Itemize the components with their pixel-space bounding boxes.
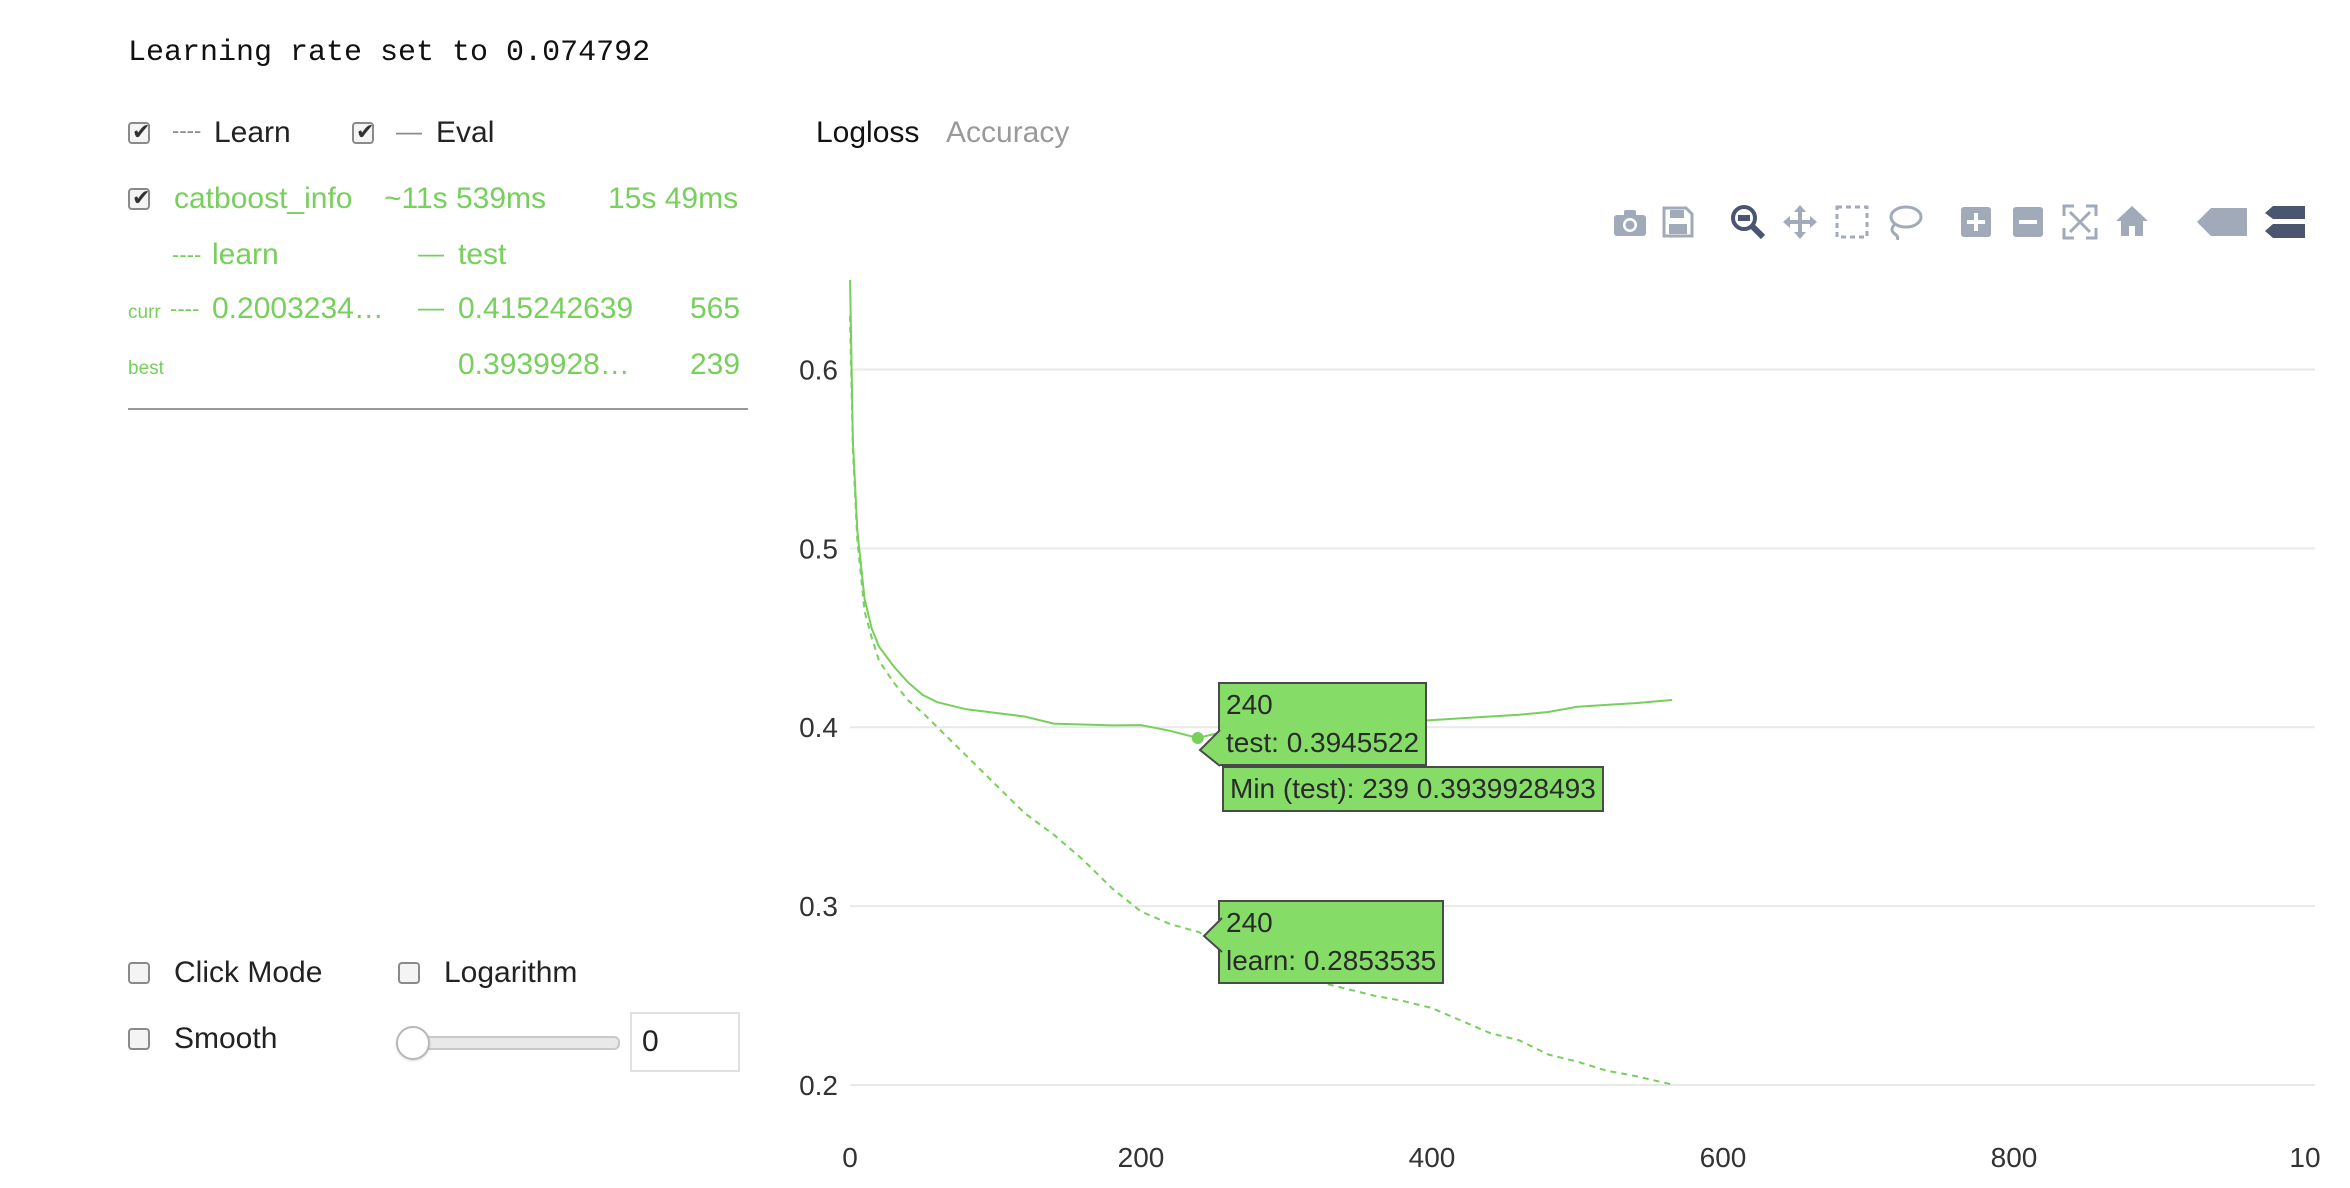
run-eta: ~11s 539ms [384, 182, 547, 215]
eval-checkbox[interactable] [352, 120, 374, 145]
smooth-value-input[interactable]: 0 [630, 1012, 740, 1072]
x-axis-ticks: 0 200 400 600 800 10 [842, 1142, 2320, 1173]
tab-logloss[interactable]: Logloss [816, 116, 919, 150]
autoscale-icon[interactable] [2058, 204, 2102, 248]
smooth-slider-thumb[interactable] [396, 1026, 430, 1060]
click-mode-label: Click Mode [174, 956, 323, 989]
test-tooltip-iteration: 240 [1226, 689, 1273, 720]
camera-icon[interactable] [1608, 204, 1652, 248]
spike-closest-icon[interactable] [2192, 204, 2252, 248]
learn-legend-label: Learn [214, 116, 291, 149]
curr-learn-value: 0.2003234… [212, 292, 384, 325]
tab-accuracy[interactable]: Accuracy [946, 116, 1069, 150]
curr-row-label: curr [128, 302, 161, 323]
best-iteration: 239 [690, 348, 741, 381]
y-tick-label: 0.5 [799, 533, 838, 564]
learning-rate-log: Learning rate set to 0.074792 [128, 36, 651, 70]
curr-test-value: 0.415242639 [458, 292, 634, 325]
zoom-in-icon[interactable] [1954, 204, 1998, 248]
learn-col-dash: ---- [172, 242, 202, 267]
chart-grid [850, 368, 2315, 1086]
save-icon[interactable] [1656, 204, 1700, 248]
curr-test-dash: — [418, 292, 444, 322]
pan-icon[interactable] [1778, 204, 1822, 248]
eval-legend-label: Eval [436, 116, 495, 149]
smooth-slider-track[interactable] [400, 1036, 620, 1050]
x-tick-label: 600 [1700, 1142, 1747, 1173]
test-col-dash: — [418, 238, 444, 268]
best-test-value: 0.3939928… [458, 348, 630, 381]
lasso-icon[interactable] [1882, 204, 1926, 248]
x-tick-label: 0 [842, 1142, 858, 1173]
curr-iteration: 565 [690, 292, 741, 325]
min-test-tooltip: Min (test): 239 0.3939928493 [1222, 766, 1604, 812]
best-row-label: best [128, 358, 164, 379]
run-name: catboost_info [174, 182, 353, 215]
logloss-chart[interactable]: 0.2 0.3 0.4 0.5 0.6 0 200 400 600 800 10 [780, 280, 2340, 1180]
x-tick-label: 200 [1118, 1142, 1165, 1173]
run-checkbox[interactable] [128, 186, 150, 211]
box-select-icon[interactable] [1830, 204, 1874, 248]
run-elapsed: 15s 49ms [608, 182, 739, 215]
logarithm-label: Logarithm [444, 956, 578, 989]
zoom-out-icon[interactable] [2006, 204, 2050, 248]
zoom-icon[interactable] [1726, 204, 1770, 248]
x-tick-label: 800 [1991, 1142, 2038, 1173]
y-tick-label: 0.2 [799, 1070, 838, 1101]
test-tooltip-value: test: 0.3945522 [1226, 727, 1420, 758]
y-axis-ticks: 0.2 0.3 0.4 0.5 0.6 [799, 354, 838, 1101]
learn-tooltip-value: learn: 0.2853535 [1226, 945, 1437, 976]
curr-learn-dash: ---- [170, 296, 200, 321]
y-tick-label: 0.4 [799, 712, 838, 743]
eval-dash-symbol: — [396, 116, 422, 146]
logarithm-checkbox[interactable] [398, 962, 420, 984]
spike-compare-icon[interactable] [2260, 204, 2310, 248]
learn-tooltip-iteration: 240 [1226, 907, 1273, 938]
test-tooltip-pointer [1198, 730, 1221, 767]
click-mode-checkbox[interactable] [128, 962, 150, 984]
x-tick-label: 10 [2289, 1142, 2320, 1173]
learn-col-header: learn [212, 238, 279, 271]
smooth-checkbox[interactable] [128, 1028, 150, 1050]
learn-hover-tooltip: 240 learn: 0.2853535 [1218, 900, 1445, 984]
x-tick-label: 400 [1409, 1142, 1456, 1173]
learn-checkbox[interactable] [128, 120, 150, 145]
y-tick-label: 0.3 [799, 891, 838, 922]
learn-dash-symbol: ---- [172, 118, 202, 143]
test-col-header: test [458, 238, 507, 271]
test-hover-tooltip: 240 test: 0.3945522 [1218, 682, 1428, 766]
smooth-label: Smooth [174, 1022, 278, 1055]
series-line-test [849, 280, 1673, 740]
home-icon[interactable] [2110, 204, 2154, 248]
run-divider [128, 408, 748, 410]
y-tick-label: 0.6 [799, 354, 838, 385]
learn-tooltip-pointer [1202, 917, 1223, 953]
